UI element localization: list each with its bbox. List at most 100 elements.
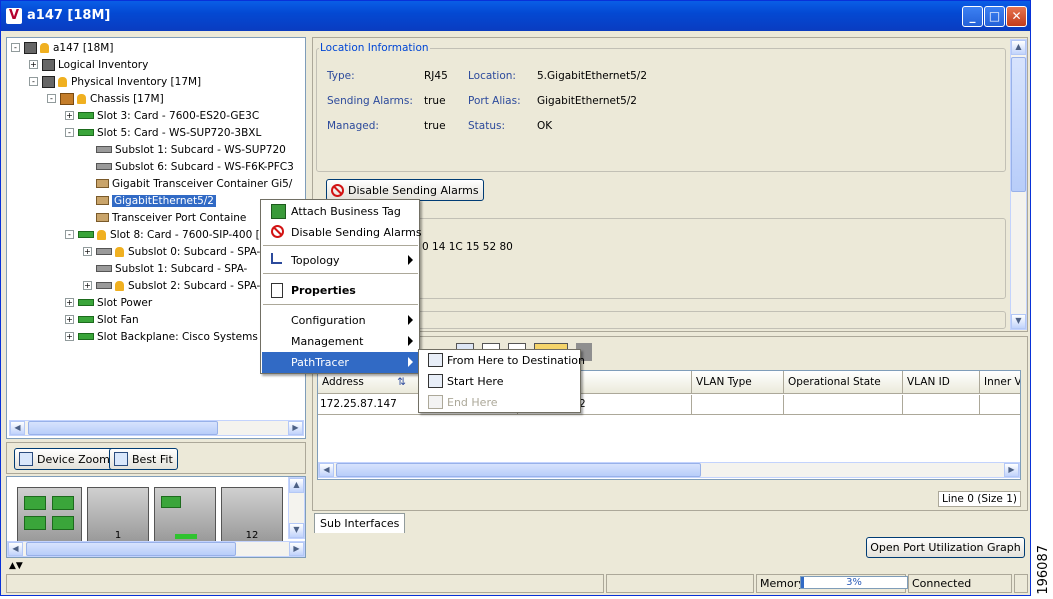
- scroll-thumb[interactable]: [28, 421, 218, 435]
- title-bar[interactable]: V a147 [18M] _ □ ✕: [1, 1, 1030, 31]
- tree-node[interactable]: + Logical Inventory: [29, 56, 148, 73]
- collapse-icon[interactable]: -: [11, 43, 20, 52]
- tree-node-label[interactable]: Subslot 1: Subcard - SPA-: [115, 263, 247, 275]
- menu-item-configuration[interactable]: Configuration: [262, 310, 419, 331]
- tree-node-label[interactable]: a147 [18M]: [53, 42, 113, 54]
- tree-node[interactable]: + Slot Power: [65, 294, 152, 311]
- collapse-icon[interactable]: -: [65, 128, 74, 137]
- menu-item-disable-sending-alarms[interactable]: Disable Sending Alarms: [262, 222, 422, 243]
- device-vertical-scrollbar[interactable]: ▲ ▼: [288, 477, 305, 539]
- tree-node[interactable]: GigabitEthernet5/2: [83, 192, 216, 209]
- tree-horizontal-scrollbar[interactable]: ◀ ▶: [9, 420, 304, 436]
- tab-sub-interfaces[interactable]: Sub Interfaces: [314, 513, 406, 533]
- tree-node[interactable]: - Slot 8: Card - 7600-SIP-400 [: [65, 226, 260, 243]
- menu-item-attach-business-tag[interactable]: Attach Business Tag: [262, 201, 419, 222]
- expand-icon[interactable]: +: [65, 298, 74, 307]
- tree-node-label[interactable]: Slot 5: Card - WS-SUP720-3BXL: [97, 127, 261, 139]
- disable-sending-alarms-button[interactable]: Disable Sending Alarms: [326, 179, 484, 201]
- device-zoom-button[interactable]: Device Zoom: [14, 448, 115, 470]
- device-horizontal-scrollbar[interactable]: ◀ ▶: [7, 541, 305, 557]
- tree-node-label[interactable]: Slot Backplane: Cisco Systems: [97, 331, 258, 343]
- column-header-operational-state[interactable]: Operational State: [784, 371, 903, 394]
- expand-icon[interactable]: +: [65, 315, 74, 324]
- expand-icon[interactable]: +: [29, 60, 38, 69]
- tree-node-label[interactable]: GigabitEthernet5/2: [112, 194, 216, 207]
- table-cell-vlan-id[interactable]: [903, 395, 980, 415]
- tree-node[interactable]: - a147 [18M]: [11, 39, 113, 56]
- close-button[interactable]: ✕: [1006, 6, 1027, 27]
- tree-node-label[interactable]: Subslot 0: Subcard - SPA-: [128, 246, 260, 258]
- device-slot[interactable]: [17, 487, 82, 542]
- collapse-icon[interactable]: -: [65, 230, 74, 239]
- tree-node[interactable]: + Slot Fan: [65, 311, 139, 328]
- tree-node[interactable]: - Slot 5: Card - WS-SUP720-3BXL: [65, 124, 261, 141]
- tree-node[interactable]: - Chassis [17M]: [47, 90, 164, 107]
- scroll-up-icon[interactable]: ▲: [289, 478, 304, 493]
- collapse-arrows-icon[interactable]: ▲▼: [9, 561, 23, 571]
- tree-node[interactable]: + Slot 3: Card - 7600-ES20-GE3C: [65, 107, 259, 124]
- scroll-up-icon[interactable]: ▲: [1011, 40, 1026, 55]
- scroll-right-icon[interactable]: ▶: [1004, 463, 1019, 477]
- column-header-inner-vlan[interactable]: Inner VI: [980, 371, 1020, 394]
- scroll-down-icon[interactable]: ▼: [1011, 314, 1026, 329]
- scroll-thumb[interactable]: [26, 542, 236, 556]
- menu-item-pathtracer[interactable]: PathTracer: [262, 352, 419, 373]
- expand-icon[interactable]: +: [83, 247, 92, 256]
- tree-node[interactable]: Gigabit Transceiver Container Gi5/: [83, 175, 292, 192]
- tree-node[interactable]: Transceiver Port Containe: [83, 209, 246, 226]
- submenu-item-from-here-to-destination[interactable]: From Here to Destination: [420, 350, 585, 371]
- tree-node-label[interactable]: Subslot 2: Subcard - SPA-: [128, 280, 260, 292]
- tree-node-label[interactable]: Transceiver Port Containe: [112, 212, 246, 224]
- tree-node[interactable]: - Physical Inventory [17M]: [29, 73, 201, 90]
- column-header-vlan-type[interactable]: VLAN Type: [692, 371, 784, 394]
- menu-item-topology[interactable]: Topology: [262, 250, 419, 271]
- submenu-item-start-here[interactable]: Start Here: [420, 371, 580, 392]
- tree-node-label[interactable]: Chassis [17M]: [90, 93, 164, 105]
- tree-node-label[interactable]: Slot 3: Card - 7600-ES20-GE3C: [97, 110, 259, 122]
- scroll-left-icon[interactable]: ◀: [319, 463, 334, 477]
- tree-node[interactable]: + Slot Backplane: Cisco Systems: [65, 328, 258, 345]
- tree-node[interactable]: + Subslot 2: Subcard - SPA-: [83, 277, 260, 294]
- tree-node-label[interactable]: Slot Fan: [97, 314, 139, 326]
- tree-node-label[interactable]: Gigabit Transceiver Container Gi5/: [112, 178, 292, 190]
- scroll-right-icon[interactable]: ▶: [289, 542, 304, 556]
- table-horizontal-scrollbar[interactable]: ◀ ▶: [318, 462, 1020, 478]
- scroll-thumb[interactable]: [1011, 57, 1026, 192]
- tree-node-label[interactable]: Physical Inventory [17M]: [71, 76, 201, 88]
- tree-node[interactable]: Subslot 1: Subcard - WS-SUP720: [83, 141, 286, 158]
- tree-node-label[interactable]: Subslot 6: Subcard - WS-F6K-PFC3: [115, 161, 294, 173]
- device-slot[interactable]: 1: [87, 487, 149, 542]
- collapse-icon[interactable]: -: [29, 77, 38, 86]
- device-slot[interactable]: 12: [221, 487, 283, 542]
- table-cell-inner-vlan[interactable]: [980, 395, 1020, 415]
- menu-item-properties[interactable]: Properties: [262, 280, 419, 301]
- resize-grip[interactable]: [1014, 574, 1028, 593]
- expand-icon[interactable]: +: [65, 332, 74, 341]
- tree-node[interactable]: Subslot 1: Subcard - SPA-: [83, 260, 247, 277]
- scroll-thumb[interactable]: [336, 463, 701, 477]
- scroll-right-icon[interactable]: ▶: [288, 421, 303, 435]
- collapse-icon[interactable]: -: [47, 94, 56, 103]
- minimize-button[interactable]: _: [962, 6, 983, 27]
- tree-node-label[interactable]: Logical Inventory: [58, 59, 148, 71]
- tree-node-label[interactable]: Subslot 1: Subcard - WS-SUP720: [115, 144, 286, 156]
- scroll-left-icon[interactable]: ◀: [10, 421, 25, 435]
- expand-icon[interactable]: +: [83, 281, 92, 290]
- device-view[interactable]: 1 12 ▲ ▼ ◀ ▶: [6, 476, 306, 558]
- sort-icon[interactable]: ⇅: [397, 376, 406, 388]
- tree-node[interactable]: Subslot 6: Subcard - WS-F6K-PFC3: [83, 158, 294, 175]
- table-cell-operational-state[interactable]: [784, 395, 903, 415]
- scroll-left-icon[interactable]: ◀: [8, 542, 23, 556]
- scroll-down-icon[interactable]: ▼: [289, 523, 304, 538]
- column-header-vlan-id[interactable]: VLAN ID: [903, 371, 980, 394]
- menu-item-management[interactable]: Management: [262, 331, 419, 352]
- tree-node-label[interactable]: Slot 8: Card - 7600-SIP-400 [: [110, 229, 260, 241]
- open-port-utilization-graph-button[interactable]: Open Port Utilization Graph: [866, 537, 1025, 558]
- properties-vertical-scrollbar[interactable]: ▲ ▼: [1010, 39, 1027, 330]
- table-cell-vlan-type[interactable]: [692, 395, 784, 415]
- tree-node[interactable]: + Subslot 0: Subcard - SPA-: [83, 243, 260, 260]
- device-slot[interactable]: [154, 487, 216, 542]
- best-fit-button[interactable]: Best Fit: [109, 448, 178, 470]
- maximize-button[interactable]: □: [984, 6, 1005, 27]
- expand-icon[interactable]: +: [65, 111, 74, 120]
